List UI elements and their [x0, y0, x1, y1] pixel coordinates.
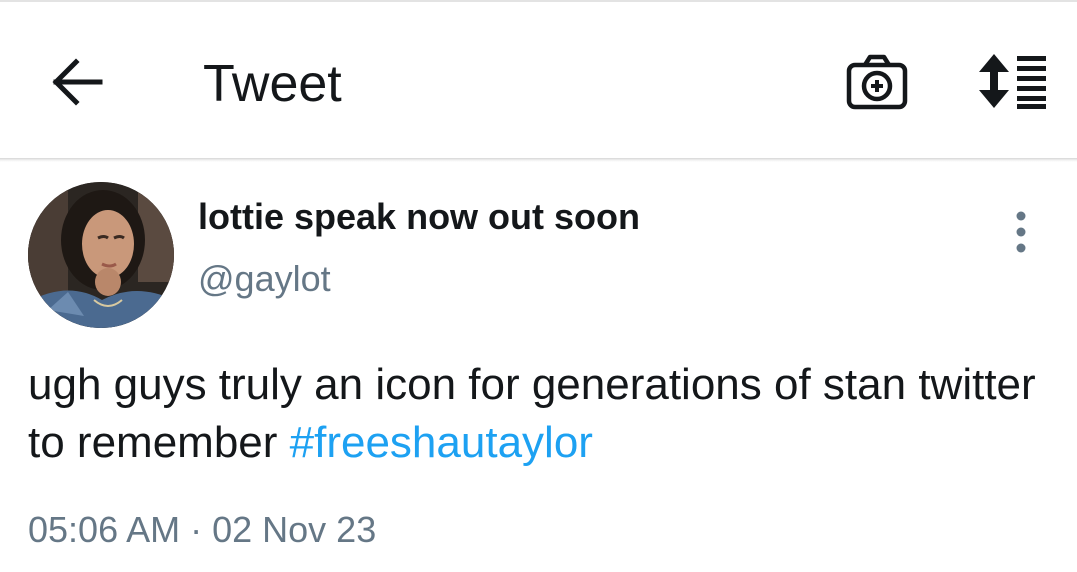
- back-button[interactable]: [50, 57, 106, 107]
- arrow-left-icon: [52, 58, 103, 106]
- tweet-time: 05:06 AM: [28, 509, 181, 550]
- page-title: Tweet: [203, 55, 342, 113]
- username-handle[interactable]: @gaylot: [198, 258, 331, 300]
- tweet-timestamp: 05:06 AM · 02 Nov 23: [28, 508, 376, 552]
- profile-photo: [28, 182, 174, 328]
- camera-button[interactable]: [846, 54, 908, 110]
- meta-separator: ·: [180, 509, 213, 550]
- display-name[interactable]: lottie speak now out soon: [198, 196, 640, 238]
- more-options-button[interactable]: [1004, 208, 1038, 256]
- sort-button[interactable]: [976, 52, 1048, 110]
- tweet-text: ugh guys truly an icon for generations o…: [28, 356, 1068, 472]
- sort-lines-icon: [979, 54, 1046, 109]
- tweet-date: 02 Nov 23: [212, 509, 377, 550]
- header-divider: [0, 158, 1077, 162]
- more-vertical-icon: [1016, 211, 1026, 253]
- camera-plus-icon: [846, 54, 908, 110]
- app-header: Tweet: [0, 2, 1077, 158]
- hashtag-link[interactable]: #freeshautaylor: [290, 418, 593, 467]
- avatar[interactable]: [28, 182, 174, 328]
